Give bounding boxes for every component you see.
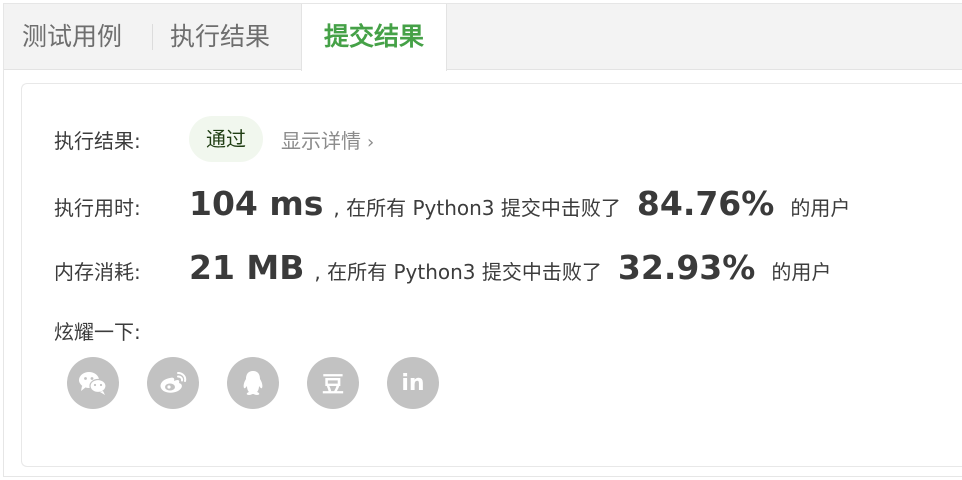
tab-test-cases[interactable]: 测试用例 <box>22 4 122 70</box>
share-row-label: 炫耀一下: <box>54 316 189 345</box>
result-label: 执行结果: <box>54 128 141 153</box>
submission-panel: 测试用例 执行结果 提交结果 执行结果: 通过 显示详情 › 执行用时: 104 … <box>3 3 962 477</box>
tab-submission-result[interactable]: 提交结果 <box>301 4 447 71</box>
result-row: 执行结果: 通过 显示详情 › <box>54 116 374 162</box>
douban-icon: 豆 <box>321 373 344 398</box>
runtime-label: 执行用时: <box>54 196 141 220</box>
linkedin-icon: in <box>401 370 425 396</box>
runtime-percent: 84.76% <box>636 184 775 223</box>
wechat-icon <box>79 372 107 395</box>
runtime-value: 104 ms <box>189 184 324 223</box>
memory-value: 21 MB <box>189 248 305 287</box>
runtime-suffix: 的用户 <box>790 196 851 220</box>
show-details-link[interactable]: 显示详情 › <box>281 125 374 154</box>
tab-run-result[interactable]: 执行结果 <box>170 4 270 70</box>
wechat-share-button[interactable] <box>67 357 119 409</box>
qq-icon <box>243 371 263 395</box>
linkedin-share-button[interactable]: in <box>387 357 439 409</box>
runtime-row: 执行用时: 104 ms , 在所有 Python3 提交中击败了 84.76%… <box>54 184 850 223</box>
runtime-beat-text: , 在所有 Python3 提交中击败了 <box>333 196 621 220</box>
share-buttons: 豆 in <box>67 357 467 409</box>
tab-divider <box>152 24 153 50</box>
show-details-label: 显示详情 <box>281 128 361 153</box>
weibo-share-button[interactable] <box>147 357 199 409</box>
qq-share-button[interactable] <box>227 357 279 409</box>
memory-suffix: 的用户 <box>771 260 832 284</box>
share-label: 炫耀一下: <box>54 320 141 344</box>
memory-row: 内存消耗: 21 MB , 在所有 Python3 提交中击败了 32.93% … <box>54 248 831 287</box>
memory-percent: 32.93% <box>617 248 756 287</box>
weibo-icon <box>160 372 187 393</box>
tab-bar: 测试用例 执行结果 提交结果 <box>4 4 962 71</box>
memory-beat-text: , 在所有 Python3 提交中击败了 <box>314 260 602 284</box>
result-card: 执行结果: 通过 显示详情 › 执行用时: 104 ms , 在所有 Python… <box>21 83 962 467</box>
douban-share-button[interactable]: 豆 <box>307 357 359 409</box>
status-badge: 通过 <box>189 116 263 162</box>
chevron-right-icon: › <box>367 131 375 153</box>
memory-label: 内存消耗: <box>54 260 141 284</box>
